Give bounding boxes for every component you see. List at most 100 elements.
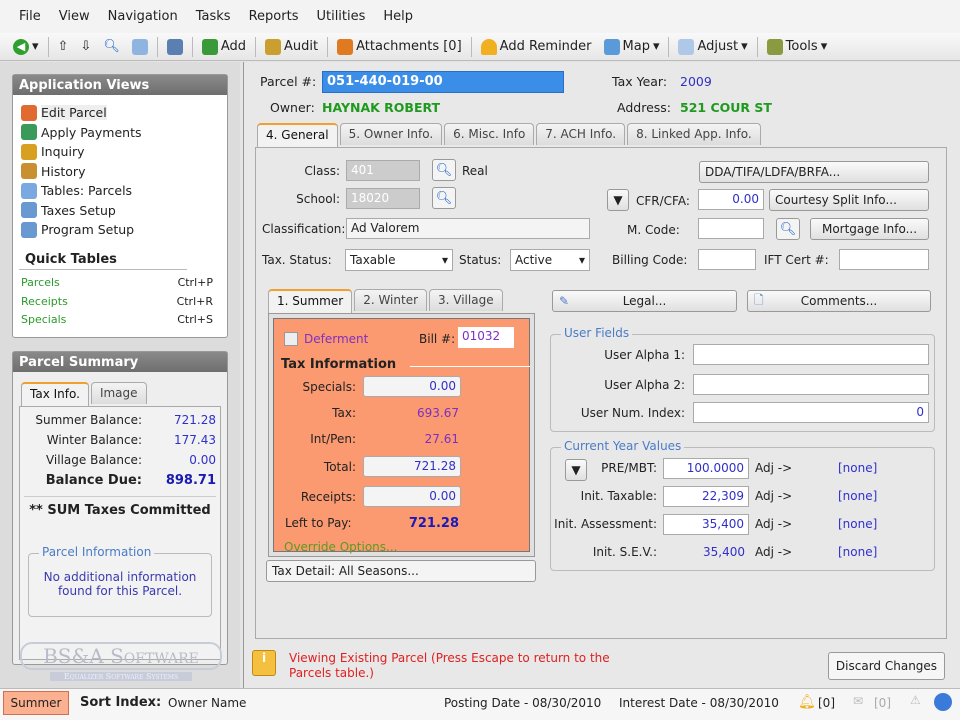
tab-village[interactable]: 3. Village: [429, 289, 503, 311]
cfr-dropdown-button[interactable]: ▼: [607, 189, 629, 211]
adjust-button[interactable]: Adjust ▾: [675, 38, 750, 55]
adj-label: Adj ->: [755, 461, 793, 475]
chevron-down-icon: ▾: [578, 253, 585, 267]
menu-view[interactable]: View: [59, 9, 90, 24]
up-button[interactable]: ⇧: [55, 39, 72, 54]
class-lookup-button[interactable]: 🔍︎: [432, 159, 456, 181]
quick-table-receipts[interactable]: Receipts Ctrl+R: [13, 292, 227, 311]
menu-help[interactable]: Help: [383, 9, 413, 24]
menu-file[interactable]: File: [19, 9, 41, 24]
init-assessment-adj-link[interactable]: [none]: [838, 517, 877, 531]
warning-icon[interactable]: ⚠: [910, 693, 921, 707]
receipts-input[interactable]: 0.00: [363, 486, 461, 507]
specials-input[interactable]: 0.00: [363, 376, 461, 397]
nav-taxes-setup[interactable]: Taxes Setup: [13, 201, 227, 221]
total-input[interactable]: 721.28: [363, 456, 461, 477]
billing-code-input[interactable]: [698, 249, 756, 270]
cfr-input[interactable]: 0.00: [698, 189, 764, 210]
tab-image[interactable]: Image: [90, 382, 147, 404]
class-input[interactable]: 401: [346, 160, 420, 181]
quick-table-specials[interactable]: Specials Ctrl+S: [13, 311, 227, 330]
help-globe-icon[interactable]: [934, 693, 952, 711]
add-reminder-button[interactable]: Add Reminder: [478, 38, 595, 55]
search-icon: 🔍︎: [103, 39, 120, 54]
user-num-index-label: User Num. Index:: [580, 406, 685, 420]
menu-tasks[interactable]: Tasks: [196, 9, 231, 24]
legal-button[interactable]: ✎ Legal...: [552, 290, 737, 312]
courtesy-split-button[interactable]: Courtesy Split Info...: [769, 189, 929, 211]
map-label: Map: [622, 39, 650, 54]
ift-cert-input[interactable]: [839, 249, 929, 270]
nav-label: Program Setup: [41, 222, 135, 238]
attachments-button[interactable]: Attachments [0]: [334, 38, 465, 55]
pre-mbt-input[interactable]: 100.0000: [663, 458, 749, 479]
init-assessment-input[interactable]: 35,400: [663, 514, 749, 535]
dda-tifa-button[interactable]: DDA/TIFA/LDFA/BRFA...: [699, 161, 929, 183]
tax-status-select[interactable]: Taxable ▾: [345, 249, 453, 271]
search-icon: 🔍︎: [435, 162, 453, 178]
bell-icon: [480, 38, 497, 55]
menu-utilities[interactable]: Utilities: [316, 9, 365, 24]
season-indicator[interactable]: Summer: [3, 691, 69, 715]
class-label: Class:: [304, 164, 340, 178]
specials-label: Specials:: [302, 380, 356, 394]
init-sev-adj-link[interactable]: [none]: [838, 545, 877, 559]
map-button[interactable]: Map ▾: [601, 38, 663, 55]
down-button[interactable]: ⇩: [77, 39, 94, 54]
school-input[interactable]: 18020: [346, 188, 420, 209]
legal-label: Legal...: [622, 294, 667, 308]
school-lookup-button[interactable]: 🔍︎: [432, 187, 456, 209]
m-code-lookup-button[interactable]: 🔍︎: [776, 218, 800, 240]
menu-navigation[interactable]: Navigation: [108, 9, 178, 24]
tab-general[interactable]: 4. General: [257, 123, 338, 147]
override-options-link[interactable]: Override Options...: [284, 540, 397, 554]
tab-ach-info[interactable]: 7. ACH Info.: [536, 123, 626, 145]
main-tabs: 4. General 5. Owner Info. 6. Misc. Info …: [257, 123, 761, 147]
tools-button[interactable]: Tools ▾: [764, 38, 831, 55]
deferment-checkbox[interactable]: [284, 332, 298, 346]
quick-table-parcels[interactable]: Parcels Ctrl+P: [13, 274, 227, 293]
menu-reports[interactable]: Reports: [249, 9, 299, 24]
tab-owner-info[interactable]: 5. Owner Info.: [339, 123, 443, 145]
tab-summer[interactable]: 1. Summer: [268, 289, 353, 313]
nav-history[interactable]: History: [13, 162, 227, 182]
tax-detail-button[interactable]: Tax Detail: All Seasons...: [266, 560, 536, 582]
tab-tax-info[interactable]: Tax Info.: [21, 382, 89, 406]
discard-changes-button[interactable]: Discard Changes: [828, 652, 945, 680]
nav-tables-parcels[interactable]: Tables: Parcels: [13, 181, 227, 201]
init-taxable-adj-link[interactable]: [none]: [838, 489, 877, 503]
m-code-input[interactable]: [698, 218, 764, 239]
mortgage-info-button[interactable]: Mortgage Info...: [810, 218, 929, 240]
add-button[interactable]: Add: [199, 38, 249, 55]
user-alpha-2-input[interactable]: [693, 374, 929, 395]
back-button[interactable]: ◀ ▾: [10, 38, 42, 55]
card-icon: [131, 38, 148, 55]
tab-winter[interactable]: 2. Winter: [354, 289, 428, 311]
init-taxable-input[interactable]: 22,309: [663, 486, 749, 507]
classification-input[interactable]: Ad Valorem: [346, 218, 590, 239]
bill-number-input[interactable]: 01032: [458, 327, 514, 348]
nav-program-setup[interactable]: Program Setup: [13, 220, 227, 240]
messages-icon[interactable]: ✉: [853, 694, 863, 708]
tab-misc-info[interactable]: 6. Misc. Info: [444, 123, 535, 145]
tab-linked-app-info[interactable]: 8. Linked App. Info.: [627, 123, 761, 145]
print-button[interactable]: [164, 38, 186, 55]
add-reminder-label: Add Reminder: [499, 39, 592, 54]
owner-value[interactable]: HAYNAK ROBERT: [322, 100, 440, 115]
audit-button[interactable]: Audit: [262, 38, 321, 55]
nav-edit-parcel[interactable]: Edit Parcel: [13, 103, 227, 123]
bell-icon[interactable]: 🔔︎: [798, 694, 816, 710]
search-button[interactable]: 🔍︎: [100, 39, 123, 54]
parcel-number-input[interactable]: 051-440-019-00: [322, 71, 564, 93]
nav-apply-payments[interactable]: Apply Payments: [13, 123, 227, 143]
summer-balance-value: 721.28: [174, 413, 216, 427]
status-select[interactable]: Active ▾: [510, 249, 590, 271]
user-num-index-input[interactable]: 0: [693, 402, 929, 423]
comments-button[interactable]: 🗋 Comments...: [747, 290, 931, 312]
balance-due-label: Balance Due:: [45, 473, 142, 488]
nav-inquiry[interactable]: Inquiry: [13, 142, 227, 162]
taxes-committed-note: ** SUM Taxes Committed: [24, 496, 216, 518]
card-button[interactable]: [129, 38, 151, 55]
user-alpha-1-input[interactable]: [693, 344, 929, 365]
pre-mbt-adj-link[interactable]: [none]: [838, 461, 877, 475]
